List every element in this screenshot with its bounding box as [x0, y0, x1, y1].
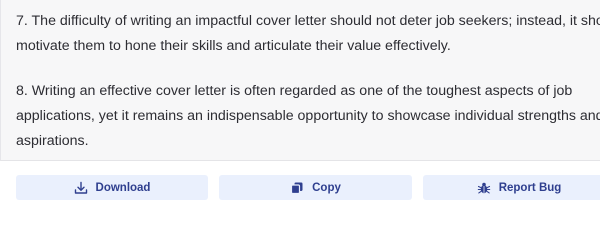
paragraph-7-line-2: motivate them to hone their skills and a… [16, 38, 451, 54]
response-panel: 7. The difficulty of writing an impactfu… [0, 0, 600, 161]
download-icon [74, 181, 88, 195]
bug-icon [477, 181, 491, 195]
action-bar: Download Copy Report Bug [0, 175, 600, 200]
copy-icon [290, 181, 304, 195]
paragraph-8-line-3: aspirations. [16, 133, 89, 149]
report-bug-button[interactable]: Report Bug [423, 175, 600, 200]
paragraph-8-line-2: applications, yet it remains an indispen… [16, 108, 600, 124]
paragraph-7: 7. The difficulty of writing an impactfu… [16, 9, 600, 59]
paragraph-7-line-1: 7. The difficulty of writing an impactfu… [16, 13, 600, 29]
paragraph-8: 8. Writing an effective cover letter is … [16, 79, 600, 154]
paragraph-8-line-1: 8. Writing an effective cover letter is … [16, 83, 573, 99]
copy-label: Copy [312, 181, 341, 194]
download-button[interactable]: Download [16, 175, 208, 200]
copy-button[interactable]: Copy [219, 175, 412, 200]
report-bug-label: Report Bug [498, 181, 562, 194]
download-label: Download [95, 181, 151, 194]
